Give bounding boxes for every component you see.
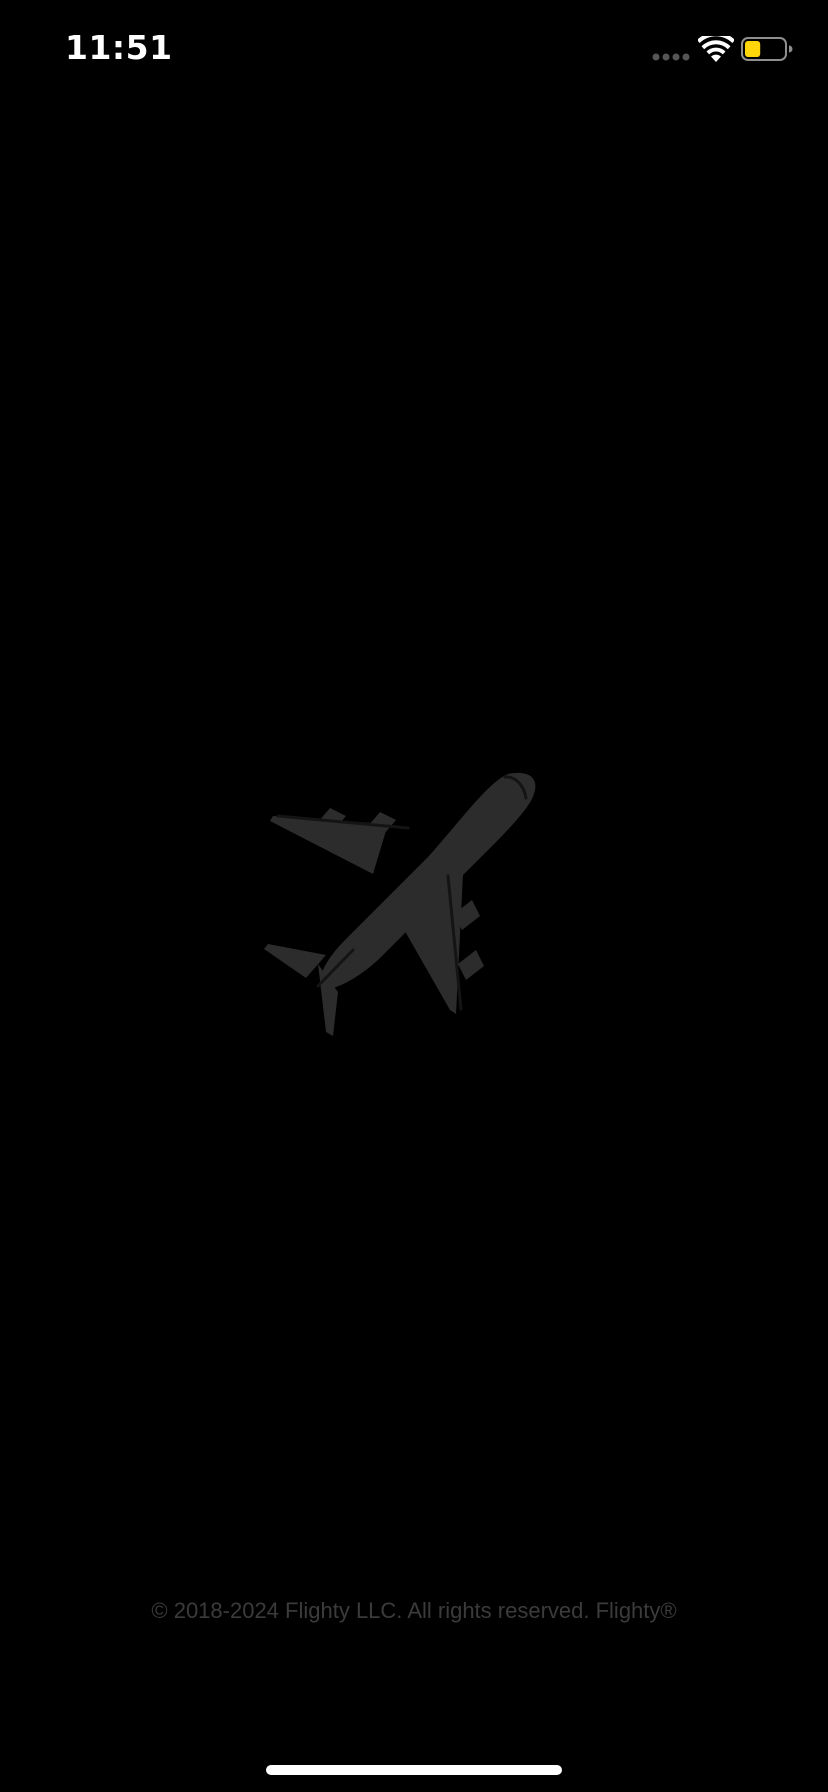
home-indicator[interactable]	[266, 1765, 562, 1775]
airplane-icon	[264, 772, 536, 1036]
cellular-signal-icon	[652, 53, 690, 61]
status-bar: 11:51	[0, 0, 828, 100]
status-time: 11:51	[65, 28, 173, 67]
battery-icon	[741, 37, 793, 61]
wifi-icon	[698, 36, 734, 62]
copyright-text: © 2018-2024 Flighty LLC. All rights rese…	[151, 1598, 677, 1623]
